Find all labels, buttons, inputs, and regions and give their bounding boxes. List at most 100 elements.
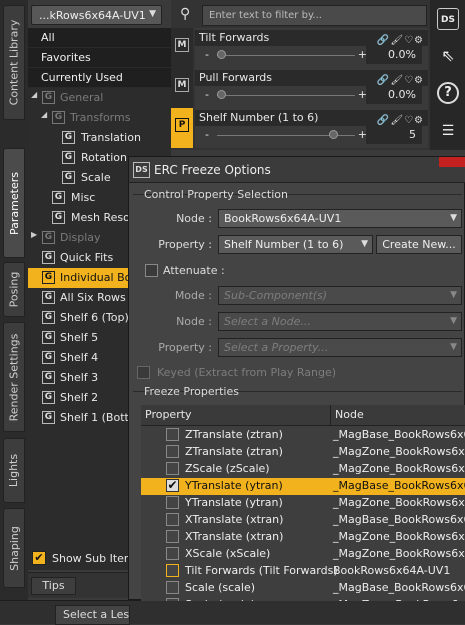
column-header-property[interactable]: Property <box>141 405 331 426</box>
table-row[interactable]: XTranslate (xtran) _MagZone_BookRows6x64A… <box>141 529 465 546</box>
tab-shaping[interactable]: Shaping <box>3 508 25 588</box>
slider-track[interactable]: - + <box>197 128 367 143</box>
tree-item-label: Display <box>60 231 101 244</box>
tab-parameters[interactable]: Parameters <box>3 148 25 258</box>
expand-down-icon[interactable]: ◢ <box>41 111 49 119</box>
slider-line <box>217 95 355 96</box>
tab-render-settings[interactable]: Render Settings <box>3 322 25 432</box>
table-row[interactable]: ZTranslate (ztran) _MagZone_BookRows6x64A… <box>141 444 465 461</box>
expand-right-icon[interactable]: ▶ <box>31 231 39 239</box>
slider-name: Tilt Forwards <box>199 31 270 44</box>
table-row[interactable]: XScale (xScale) _MagZone_BookRows6x64A-UV… <box>141 546 465 563</box>
row-node: _MagBase_BookRows6x64A-UV1 <box>333 513 465 526</box>
node-select[interactable]: BookRows6x64A-UV1 ▼ <box>218 209 462 228</box>
node-dropdown[interactable]: ...kRows6x64A-UV1 ▼ <box>31 5 162 25</box>
slider-value[interactable]: 0.0% <box>366 86 422 104</box>
property-select[interactable]: Shelf Number (1 to 6) ▼ <box>218 235 373 254</box>
slider-track[interactable]: - + <box>197 48 367 63</box>
table-row[interactable]: Scale (scale) _MagBase_BookRows6x64A-UV1 <box>141 580 465 597</box>
tree-item-favorites[interactable]: Favorites <box>28 48 171 68</box>
filter-input[interactable] <box>202 5 427 26</box>
slider-knob[interactable] <box>328 130 338 139</box>
show-sub-items-toggle[interactable]: ✔ Show Sub Items <box>28 548 140 570</box>
decrement-button[interactable]: - <box>205 128 209 141</box>
attenuate-node-select[interactable]: Select a Node... ▼ <box>218 312 462 331</box>
attenuate-property-select[interactable]: Select a Property... ▼ <box>218 338 462 357</box>
table-row[interactable]: Scale (scale) _MagZone_BookRows6x64A-UV1 <box>141 597 465 601</box>
filter-bar: ⚲ <box>178 5 427 27</box>
tree-item-translation[interactable]: G Translation <box>28 128 171 148</box>
checkbox[interactable] <box>166 462 179 475</box>
tree-item-transforms[interactable]: ◢ G Transforms <box>28 108 171 128</box>
tab-label: Lights <box>7 453 21 488</box>
mode-select[interactable]: Sub-Component(s) ▼ <box>218 286 462 305</box>
group-icon: G <box>52 111 65 124</box>
checkbox[interactable] <box>166 530 179 543</box>
tab-label: Posing <box>7 271 21 308</box>
row-property: ZScale (zScale) <box>185 462 270 475</box>
slider-knob[interactable] <box>217 90 226 99</box>
help-icon[interactable]: ? <box>437 82 459 104</box>
tree-item-currently-used[interactable]: Currently Used <box>28 68 171 88</box>
checkbox-checked-icon[interactable]: ✔ <box>32 551 46 565</box>
checkbox[interactable] <box>166 581 179 594</box>
tree-item-general[interactable]: ◢ G General <box>28 88 171 108</box>
table-row[interactable]: ✔ YTranslate (ytran) _MagBase_BookRows6x64… <box>141 478 465 495</box>
row-node: _MagZone_BookRows6x64A-UV1 <box>333 496 465 509</box>
slider-track[interactable]: - + <box>197 88 367 103</box>
tree-item-label: Shelf 2 <box>60 391 99 404</box>
row-property: Scale (scale) <box>185 581 256 594</box>
create-new-button[interactable]: Create New... <box>376 235 462 254</box>
row-property: YTranslate (ytran) <box>185 496 283 509</box>
group-icon: G <box>42 91 55 104</box>
table-header: Property Node <box>141 405 465 426</box>
close-button[interactable] <box>439 157 465 167</box>
tips-bar: Tips <box>28 572 128 598</box>
row-node: _MagBase_BookRows6x64A-UV1 <box>333 428 465 441</box>
column-header-node[interactable]: Node <box>331 405 465 426</box>
group-icon: G <box>52 191 65 204</box>
tree-item-label: Translation <box>81 131 141 144</box>
tab-content-library[interactable]: Content Library <box>3 5 25 120</box>
erc-freeze-dialog: DS ERC Freeze Options Control Property S… <box>128 156 465 601</box>
table-row[interactable]: ZTranslate (ztran) _MagBase_BookRows6x64A… <box>141 427 465 444</box>
slider-value[interactable]: 0.0% <box>366 46 422 64</box>
dialog-titlebar[interactable]: DS ERC Freeze Options <box>129 157 465 183</box>
slider-value-text: 5 <box>409 128 416 141</box>
checkbox[interactable] <box>166 547 179 560</box>
table-row[interactable]: YTranslate (ytran) _MagZone_BookRows6x64A… <box>141 495 465 512</box>
tree-item-all[interactable]: All <box>28 28 171 48</box>
whats-this-icon[interactable]: ⇖ <box>437 45 459 67</box>
checkbox[interactable] <box>166 513 179 526</box>
chevron-down-icon: ▼ <box>450 290 457 300</box>
menu-icon[interactable]: ☰ <box>437 120 459 142</box>
checkbox[interactable] <box>166 428 179 441</box>
table-row[interactable]: XTranslate (xtran) _MagBase_BookRows6x64A… <box>141 512 465 529</box>
decrement-button[interactable]: - <box>205 88 209 101</box>
attenuate-property-value: Select a Property... <box>224 341 329 354</box>
tree-item-label: Shelf 4 <box>60 351 99 364</box>
checkbox[interactable] <box>166 445 179 458</box>
table-row[interactable]: ZScale (zScale) _MagZone_BookRows6x64A-UV… <box>141 461 465 478</box>
property-select-value: Shelf Number (1 to 6) <box>224 238 344 251</box>
checkbox[interactable] <box>166 564 179 577</box>
slider-knob[interactable] <box>217 50 226 59</box>
row-node: _MagZone_BookRows6x64A-UV1 <box>333 530 465 543</box>
attenuate-checkbox[interactable] <box>145 264 158 277</box>
tips-tab[interactable]: Tips <box>31 577 76 595</box>
checkbox[interactable] <box>166 496 179 509</box>
slider-value[interactable]: 5 <box>366 126 422 144</box>
select-lesson-button[interactable]: Select a Lesson <box>55 605 130 625</box>
expand-down-icon[interactable]: ◢ <box>31 91 39 99</box>
checkbox[interactable] <box>166 598 179 601</box>
decrement-button[interactable]: - <box>205 48 209 61</box>
chevron-down-icon: ▼ <box>149 9 156 19</box>
bottom-bar: Select a Lesson <box>0 600 465 625</box>
row-property: Scale (scale) <box>185 597 255 601</box>
table-row[interactable]: Tilt Forwards (Tilt Forwards) BookRows6x6… <box>141 563 465 580</box>
tab-posing[interactable]: Posing <box>3 262 25 317</box>
keyed-checkbox[interactable] <box>137 366 150 379</box>
attenuate-property-label: Property : <box>158 341 212 354</box>
checkbox-checked-icon[interactable]: ✔ <box>166 479 179 492</box>
tab-lights[interactable]: Lights <box>3 438 25 503</box>
